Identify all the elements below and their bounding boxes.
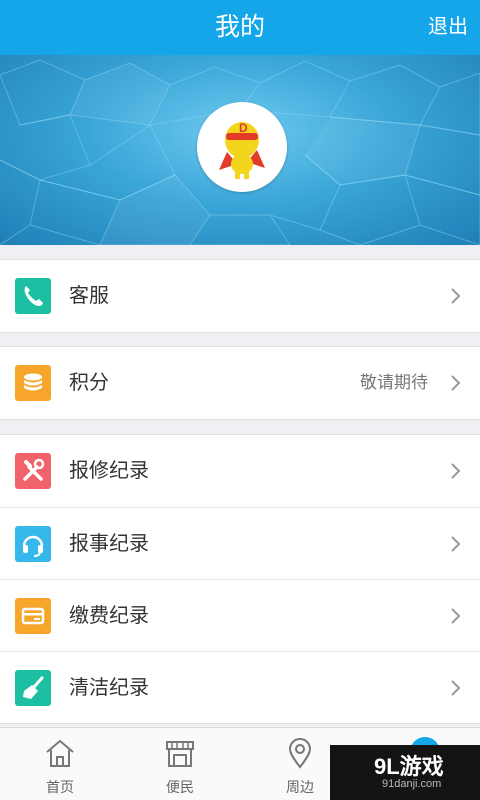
chevron-right-icon [451, 463, 461, 479]
menu-item-cleaning-records[interactable]: 清洁纪录 [0, 651, 480, 723]
top-bar: 我的 退出 [0, 0, 480, 55]
menu-group-points: 积分 敬请期待 [0, 346, 480, 420]
menu-item-repair-records[interactable]: 报修纪录 [0, 435, 480, 507]
menu-item-report-records[interactable]: 报事纪录 [0, 507, 480, 579]
menu-item-label: 客服 [69, 285, 109, 307]
logout-button[interactable]: 退出 [428, 0, 468, 55]
watermark-url: 91danji.com [382, 778, 442, 790]
svg-text:D: D [239, 121, 248, 135]
menu-group-records: 报修纪录 报事纪录 缴费纪录 清洁纪录 [0, 434, 480, 724]
store-icon [166, 741, 194, 767]
menu-item-label: 缴费纪录 [69, 605, 149, 627]
chevron-right-icon [451, 680, 461, 696]
profile-banner: D [0, 55, 480, 245]
page-title: 我的 [214, 13, 265, 41]
site-watermark: 9L游戏 91danji.com [330, 745, 480, 800]
menu-item-label: 报修纪录 [69, 460, 149, 482]
chevron-right-icon [451, 536, 461, 552]
menu-group-service: 客服 [0, 259, 480, 333]
coins-icon [15, 365, 51, 401]
tab-convenience[interactable]: 便民 [120, 728, 240, 800]
mascot-avatar-icon: D [219, 121, 265, 179]
chevron-right-icon [451, 288, 461, 304]
menu-item-label: 报事纪录 [69, 533, 149, 555]
menu-item-customer-service[interactable]: 客服 [0, 260, 480, 332]
tab-home[interactable]: 首页 [0, 728, 120, 800]
location-pin-icon [288, 738, 312, 769]
tab-label: 首页 [46, 779, 74, 795]
watermark-text: 9L游戏 [374, 754, 444, 779]
menu-item-label: 清洁纪录 [69, 677, 149, 699]
card-icon [15, 598, 51, 634]
tools-icon [15, 453, 51, 489]
menu-item-label: 积分 [69, 372, 109, 394]
menu-item-detail: 敬请期待 [360, 373, 428, 392]
chevron-right-icon [451, 375, 461, 391]
menu-item-payment-records[interactable]: 缴费纪录 [0, 579, 480, 651]
chevron-right-icon [451, 608, 461, 624]
phone-icon [15, 278, 51, 314]
headset-icon [15, 526, 51, 562]
avatar[interactable]: D [197, 102, 287, 192]
tab-label: 便民 [166, 779, 194, 795]
home-icon [46, 739, 74, 767]
broom-icon [15, 670, 51, 706]
menu-item-points[interactable]: 积分 敬请期待 [0, 347, 480, 419]
